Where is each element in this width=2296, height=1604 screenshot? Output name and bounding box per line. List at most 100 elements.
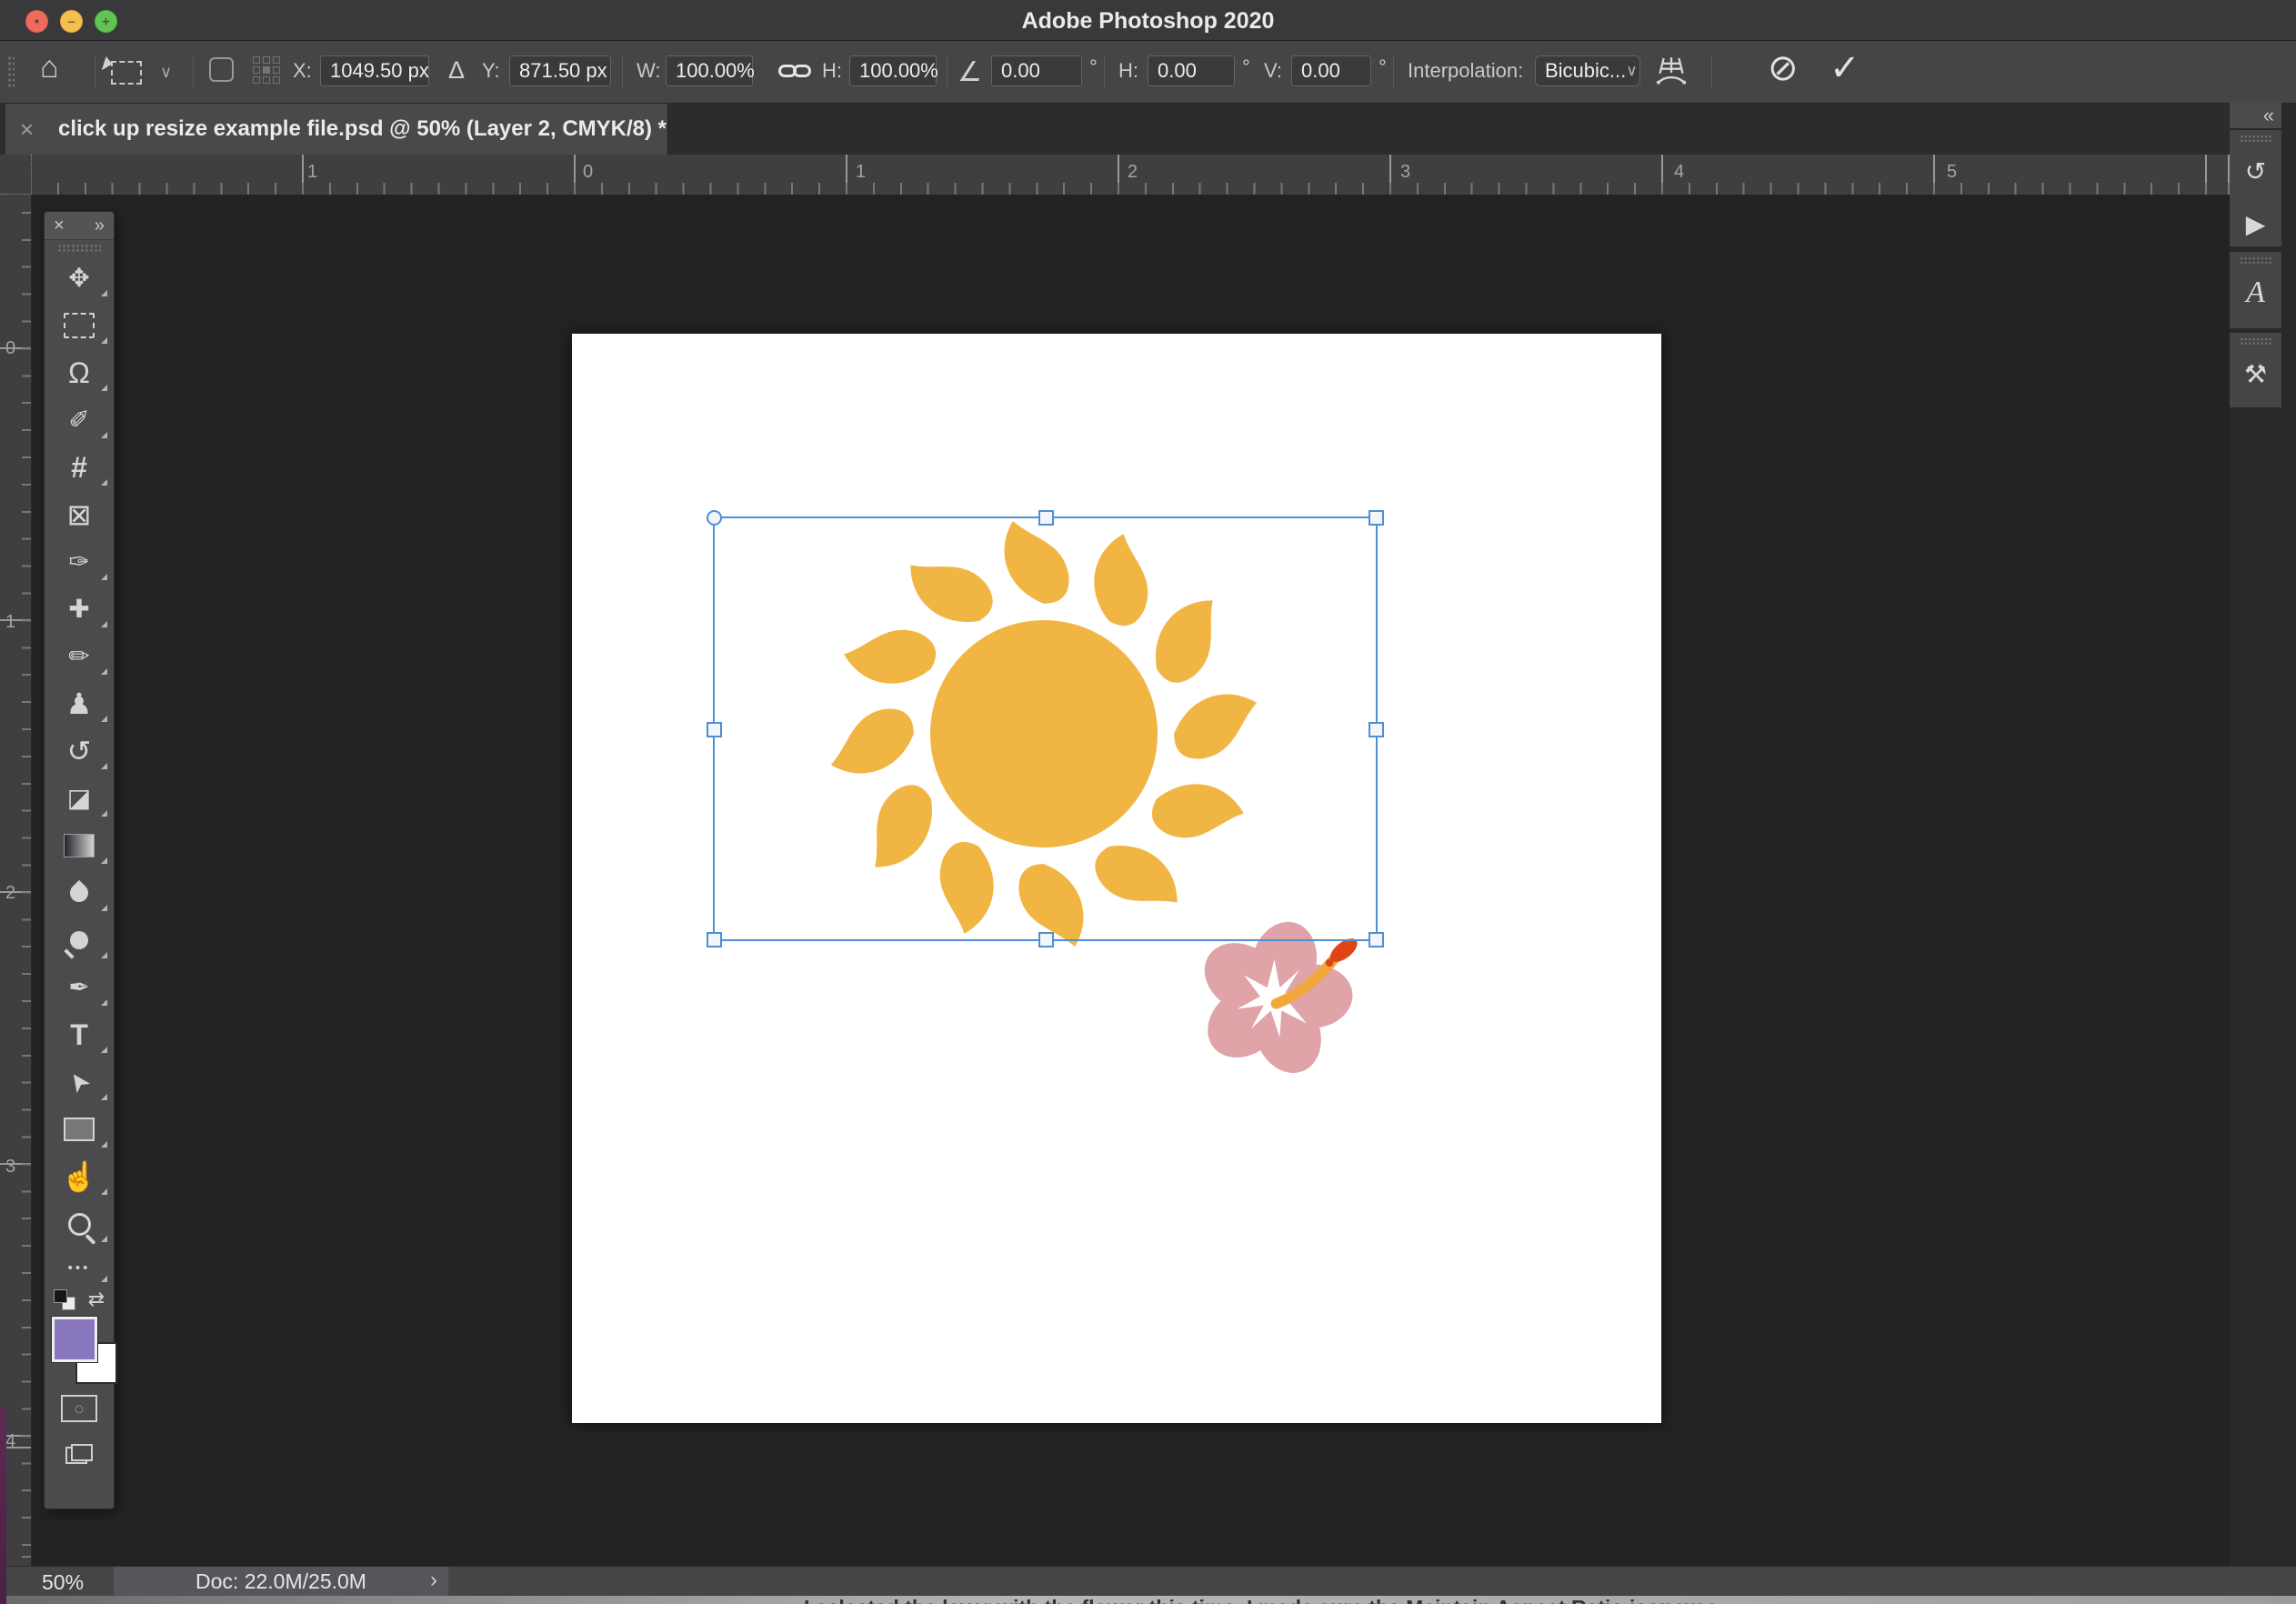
interpolation-value: Bicubic... (1545, 59, 1627, 82)
close-tab-icon[interactable]: × (20, 115, 34, 144)
warp-glyph (1656, 57, 1687, 85)
history-brush-tool[interactable]: ↺ (45, 727, 114, 775)
expand-panels-button[interactable]: « (2230, 103, 2281, 128)
reference-point-locator-icon[interactable] (253, 56, 284, 87)
height-scale-input[interactable]: 100.00% (849, 55, 938, 86)
home-icon[interactable]: ⌂ (40, 52, 59, 83)
collapse-palette-icon[interactable]: » (95, 216, 105, 236)
brush-tool[interactable]: ✏ (45, 633, 114, 680)
flyout-triangle-icon (101, 432, 107, 438)
transform-handle-top-left[interactable] (707, 510, 722, 526)
spot-healing-brush-tool[interactable]: ✚ (45, 586, 114, 633)
rectangular-marquee-tool[interactable] (45, 302, 114, 349)
screen-mode-button[interactable] (45, 1431, 114, 1477)
zoom-tool[interactable] (45, 1200, 114, 1248)
wrench-screwdriver-icon: ⚒ (2243, 359, 2268, 388)
more-tools-button[interactable]: ••• (45, 1248, 114, 1288)
transform-handle-bottom-left[interactable] (707, 932, 722, 947)
transform-handle-bottom-middle[interactable] (1038, 932, 1054, 947)
interpolation-label: Interpolation: (1408, 59, 1524, 82)
warp-mode-toggle-icon[interactable] (1653, 54, 1689, 90)
well-grip[interactable] (2239, 135, 2272, 143)
move-tool[interactable]: ✥ (45, 255, 114, 302)
object-selection-tool[interactable]: ✐ (45, 396, 114, 444)
transform-handle-bottom-right[interactable] (1369, 932, 1384, 947)
v-skew-input[interactable]: 0.00 (1291, 55, 1371, 86)
frame-tool[interactable]: ⊠ (45, 491, 114, 538)
gradient-tool-icon (64, 834, 95, 857)
eraser-tool[interactable]: ◪ (45, 775, 114, 822)
rectangle-tool[interactable] (45, 1106, 114, 1153)
flyout-triangle-icon (101, 1141, 107, 1148)
close-palette-icon[interactable]: × (54, 216, 65, 236)
window-title: Adobe Photoshop 2020 (1021, 8, 1275, 34)
ruler-label: 1 (307, 162, 318, 182)
blur-tool[interactable] (45, 869, 114, 917)
transform-handle-top-right[interactable] (1369, 510, 1384, 526)
gradient-tool[interactable] (45, 822, 114, 869)
width-label: W: (637, 59, 661, 82)
panel-well-glyphs: A (2230, 252, 2281, 329)
clone-stamp-tool[interactable]: ♟ (45, 680, 114, 727)
flyout-triangle-icon (101, 810, 107, 817)
doc-size-field[interactable]: Doc: 22.0M/25.0M › (114, 1567, 448, 1597)
type-tool[interactable]: T (45, 1011, 114, 1058)
crop-tool-icon: # (71, 451, 87, 484)
status-bar: 50% Doc: 22.0M/25.0M › (0, 1566, 2296, 1597)
rectangle-tool-icon (64, 1118, 95, 1141)
clone-stamp-tool-icon: ♟ (65, 687, 93, 720)
flyout-triangle-icon (101, 621, 107, 627)
transform-handle-middle-left[interactable] (707, 721, 722, 737)
pen-tool[interactable]: ✒ (45, 964, 114, 1011)
glyphs-panel-button[interactable]: A (2230, 266, 2281, 319)
ruler-origin[interactable] (0, 155, 32, 195)
divider (622, 55, 623, 89)
well-grip[interactable] (2239, 337, 2272, 346)
eyedropper-tool[interactable]: ✑ (45, 538, 114, 586)
swap-colors-icon[interactable]: ⇄ (88, 1288, 105, 1311)
v-skew-label: V: (1264, 59, 1282, 82)
commit-transform-button[interactable]: ✓ (1830, 50, 1860, 86)
dodge-tool[interactable] (45, 917, 114, 964)
tool-presets-panel-button[interactable]: ⚒ (2230, 347, 2281, 400)
flyout-triangle-icon (101, 668, 107, 675)
width-scale-input[interactable]: 100.00% (666, 55, 755, 86)
quick-mask-button[interactable]: ◌ (45, 1386, 114, 1431)
flyout-triangle-icon (101, 905, 107, 911)
rotation-angle-icon: ∠ (958, 57, 982, 87)
palette-grip[interactable] (57, 244, 101, 253)
transform-handle-middle-right[interactable] (1369, 721, 1384, 737)
ruler-label: 3 (1400, 162, 1411, 182)
flyout-triangle-icon (101, 574, 107, 580)
transform-handle-top-middle[interactable] (1038, 510, 1054, 526)
path-selection-tool[interactable]: ➤ (45, 1058, 114, 1106)
lasso-tool-icon: Ω (68, 356, 90, 389)
crop-tool[interactable]: # (45, 444, 114, 491)
default-colors-icon[interactable] (54, 1289, 77, 1311)
relative-position-delta-icon[interactable]: Δ (448, 56, 465, 85)
rotation-input[interactable]: 0.00 (991, 55, 1082, 86)
zoom-tool-icon (67, 1212, 91, 1236)
cancel-transform-button[interactable]: ⊘ (1768, 50, 1799, 86)
x-position-input[interactable]: 1049.50 px (320, 55, 429, 86)
actions-panel-button[interactable]: ▶ (2230, 197, 2281, 250)
document-tab[interactable]: × click up resize example file.psd @ 50%… (5, 104, 668, 155)
flyout-triangle-icon (101, 763, 107, 769)
pen-tool-icon: ✒ (68, 973, 90, 1001)
h-skew-input[interactable]: 0.00 (1148, 55, 1235, 86)
y-position-input[interactable]: 871.50 px (509, 55, 611, 86)
tools-palette: × » ✥ Ω ✐ # ⊠ ✑ ✚ ✏ ♟ ↺ ◪ ✒ T ➤ ☝ ••• ⇄ … (44, 211, 117, 1509)
interpolation-dropdown[interactable]: Bicubic... ∨ (1535, 55, 1640, 86)
zoom-level-field[interactable]: 50% (42, 1570, 84, 1595)
transform-bounding-box[interactable] (707, 510, 1384, 947)
foreground-color-swatch[interactable] (51, 1316, 98, 1363)
well-grip[interactable] (2239, 256, 2272, 265)
toggle-reference-point-checkbox[interactable] (209, 57, 234, 82)
ruler-label: 0 (5, 338, 16, 358)
hand-tool[interactable]: ☝ (45, 1153, 114, 1200)
document-tab-bar: × click up resize example file.psd @ 50%… (0, 104, 2230, 155)
maintain-aspect-ratio-link-icon[interactable] (778, 65, 813, 79)
tool-preset-chevron-icon[interactable]: ∨ (160, 63, 172, 82)
history-panel-button[interactable]: ↺ (2230, 145, 2281, 197)
lasso-tool[interactable]: Ω (45, 349, 114, 396)
